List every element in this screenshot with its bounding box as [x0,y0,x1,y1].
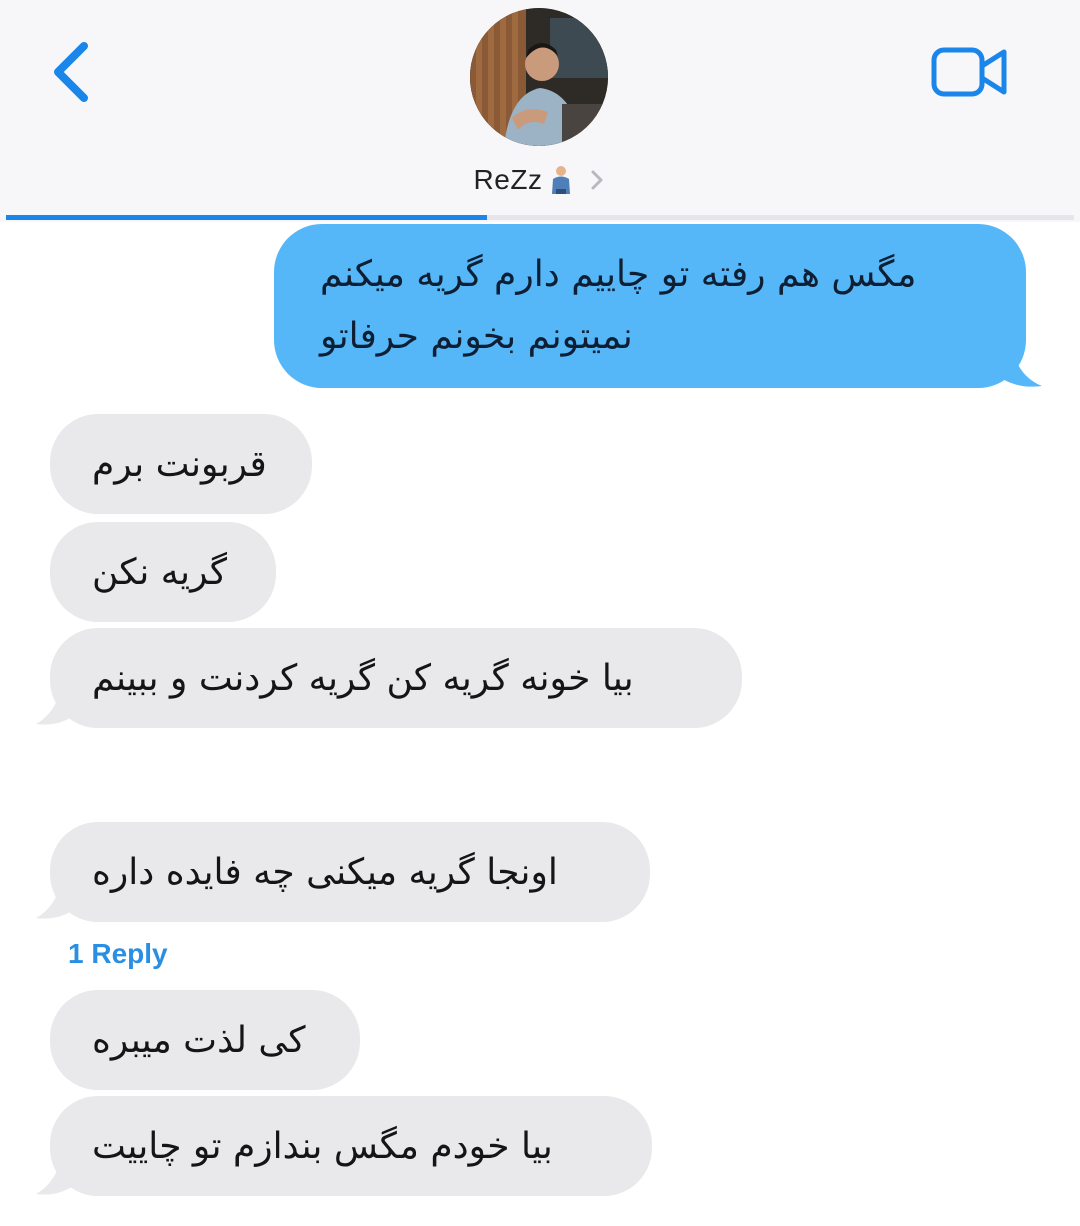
message-text: اونجا گریه میکنی چه فایده داره [92,851,558,893]
progress-bar [6,215,487,220]
message-text: بیا خونه گریه کن گریه کردنت و ببینم [92,657,634,699]
video-camera-icon [931,47,1007,97]
avatar[interactable] [470,8,608,146]
contact-name: ReZz [473,164,543,195]
message-text: گریه نکن [92,551,228,593]
chevron-right-icon [591,170,603,190]
back-button[interactable] [40,36,100,108]
chat-screen: ReZz مگس هم رفته تو چاییم دارم گریه میکن… [0,0,1080,1226]
person-emoji-icon [552,166,571,194]
message-bubble-incoming[interactable]: کی لذت میبره [50,990,360,1090]
message-bubble-incoming[interactable]: بیا خودم مگس بندازم تو چاییت [50,1096,652,1196]
message-bubble-incoming[interactable]: اونجا گریه میکنی چه فایده داره [50,822,650,922]
message-text: قربونت برم [92,443,267,485]
video-call-button[interactable] [928,42,1012,102]
message-text: بیا خودم مگس بندازم تو چاییت [92,1125,553,1167]
message-bubble-incoming[interactable]: قربونت برم [50,414,312,514]
message-bubble-outgoing[interactable]: مگس هم رفته تو چاییم دارم گریه میکنم نمی… [274,224,1026,388]
message-bubble-incoming[interactable]: گریه نکن [50,522,276,622]
message-text-line: نمیتونم بخونم حرفاتو [320,316,633,357]
message-bubble-incoming[interactable]: بیا خونه گریه کن گریه کردنت و ببینم [50,628,742,728]
message-text-line: مگس هم رفته تو چاییم دارم گریه میکنم [320,254,917,295]
profile-photo [470,8,608,146]
chevron-left-icon [54,42,88,102]
replies-link[interactable]: 1 Reply [68,938,168,970]
contact-name-button[interactable]: ReZz [0,158,1080,202]
message-text: کی لذت میبره [92,1019,306,1061]
